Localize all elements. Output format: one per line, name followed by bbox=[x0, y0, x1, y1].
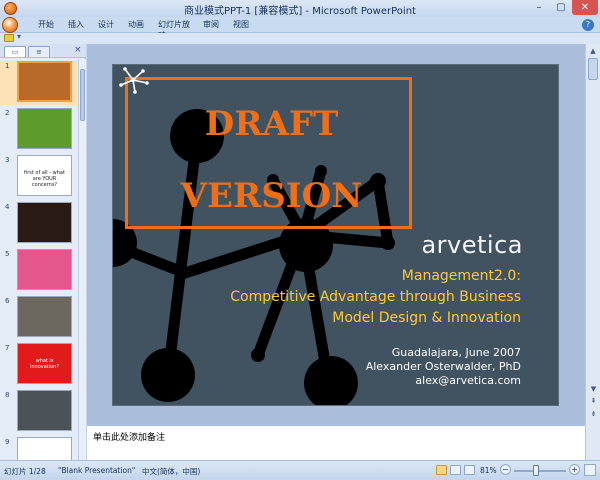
zoom-slider-track[interactable] bbox=[514, 470, 566, 472]
slide-number: 1 bbox=[5, 62, 10, 70]
title-bar: 商业模式PPT-1 [兼容模式] - Microsoft PowerPoint … bbox=[0, 0, 600, 17]
slide-thumbnail-row[interactable]: 4 bbox=[0, 202, 78, 246]
office-button[interactable] bbox=[2, 17, 18, 33]
thumbnail-scrollbar[interactable] bbox=[78, 59, 86, 460]
slide-thumbnail-text: what is innovation? bbox=[29, 358, 60, 370]
thumbnail-scroll-thumb[interactable] bbox=[80, 69, 85, 121]
tab-outline[interactable]: ≡ bbox=[28, 46, 50, 57]
panel-tab-bar: ▭ ≡ × bbox=[0, 44, 86, 58]
slide-thumbnail-row[interactable]: 8 bbox=[0, 390, 78, 434]
slide-thumbnail-row[interactable]: 6 bbox=[0, 296, 78, 340]
slide-editing-area: DRAFT VERSION arvetica Management2.0: Co bbox=[87, 44, 585, 424]
normal-view-button[interactable] bbox=[436, 465, 447, 475]
zoom-out-button[interactable]: − bbox=[500, 464, 511, 475]
current-slide[interactable]: DRAFT VERSION arvetica Management2.0: Co bbox=[112, 64, 559, 406]
scroll-down-button[interactable]: ▼ bbox=[588, 384, 599, 394]
slide-number: 6 bbox=[5, 297, 10, 305]
slide-thumbnail[interactable] bbox=[17, 437, 72, 460]
ribbon-tab-bar: 开始 插入 设计 动画 幻灯片放映 审阅 视图 ? bbox=[0, 17, 600, 40]
slide-location-date: Guadalajara, June 2007 bbox=[391, 346, 521, 359]
slide-scrollbar[interactable]: ▲ ▼ ⇞ ⇟ bbox=[585, 44, 600, 424]
slide-thumbnail-row[interactable]: 5 bbox=[0, 249, 78, 293]
maximize-button[interactable]: ▢ bbox=[550, 0, 572, 15]
notes-scrollbar[interactable] bbox=[585, 424, 600, 460]
slide-thumbnail[interactable] bbox=[17, 249, 72, 290]
previous-slide-button[interactable]: ⇞ bbox=[588, 396, 599, 406]
slide-thumbnail[interactable] bbox=[17, 296, 72, 337]
quick-access-toolbar: ▾ bbox=[0, 32, 600, 44]
arvetica-logo-icon bbox=[119, 67, 149, 94]
notes-pane[interactable]: 单击此处添加备注 bbox=[87, 424, 585, 460]
slide-thumbnail-row[interactable]: 1 bbox=[0, 61, 78, 105]
slide-thumbnail[interactable] bbox=[17, 202, 72, 243]
slide-number: 2 bbox=[5, 109, 10, 117]
fit-to-window-button[interactable] bbox=[584, 464, 596, 476]
slide-number: 5 bbox=[5, 250, 10, 258]
slide-thumbnail[interactable]: what is innovation? bbox=[17, 343, 72, 384]
slide-thumbnail-row[interactable]: 7 what is innovation? bbox=[0, 343, 78, 387]
zoom-slider-thumb[interactable] bbox=[533, 465, 539, 476]
theme-name: "Blank Presentation" bbox=[58, 466, 136, 475]
close-button[interactable]: ✕ bbox=[572, 0, 598, 15]
brand-name: arvetica bbox=[421, 231, 523, 259]
zoom-in-button[interactable]: + bbox=[569, 464, 580, 475]
close-panel-icon[interactable]: × bbox=[74, 45, 82, 55]
slide-thumbnail-row[interactable]: 2 bbox=[0, 108, 78, 152]
slide-number: 4 bbox=[5, 203, 10, 211]
slide-thumbnail[interactable] bbox=[17, 108, 72, 149]
slide-thumbnail[interactable] bbox=[17, 61, 72, 102]
status-bar: 幻灯片 1/28 "Blank Presentation" 中文(简体，中国) … bbox=[0, 460, 600, 480]
slide-counter: 幻灯片 1/28 bbox=[4, 467, 46, 476]
language-indicator[interactable]: 中文(简体，中国) bbox=[142, 466, 200, 477]
draft-text-line1: DRAFT bbox=[204, 104, 339, 144]
minimize-button[interactable]: – bbox=[528, 0, 550, 15]
slide-thumbnail[interactable]: first of all - what are YOUR concerns? bbox=[17, 155, 72, 196]
tab-slides[interactable]: ▭ bbox=[4, 46, 26, 57]
slide-thumbnail-row[interactable]: 9 bbox=[0, 437, 78, 460]
slide-number: 8 bbox=[5, 391, 10, 399]
slide-number: 7 bbox=[5, 344, 10, 352]
slides-panel: ▭ ≡ × 1 2 3 first of all - what are YOUR co… bbox=[0, 44, 86, 460]
draft-text-line2: VERSION bbox=[180, 176, 363, 216]
customize-toolbar-dropdown[interactable]: ▾ bbox=[17, 32, 21, 41]
slide-number: 3 bbox=[5, 156, 10, 164]
notes-placeholder[interactable]: 单击此处添加备注 bbox=[93, 430, 165, 443]
open-folder-icon[interactable] bbox=[4, 34, 14, 42]
slide-number: 9 bbox=[5, 438, 10, 446]
zoom-level[interactable]: 81% bbox=[480, 466, 497, 475]
scroll-up-button[interactable]: ▲ bbox=[587, 45, 599, 57]
slide-thumbnail-row[interactable]: 3 first of all - what are YOUR concerns? bbox=[0, 155, 78, 199]
slide-title-line3: Model Design & Innovation bbox=[332, 310, 521, 326]
slide-thumbnail-text: first of all - what are YOUR concerns? bbox=[24, 170, 65, 188]
slide-scroll-thumb[interactable] bbox=[588, 58, 598, 80]
slide-title-line1: Management2.0: bbox=[401, 268, 521, 284]
slide-sorter-view-button[interactable] bbox=[450, 465, 461, 475]
slide-show-view-button[interactable] bbox=[464, 465, 475, 475]
slide-email: alex@arvetica.com bbox=[415, 374, 521, 387]
next-slide-button[interactable]: ⇟ bbox=[588, 409, 599, 419]
window-title: 商业模式PPT-1 [兼容模式] - Microsoft PowerPoint bbox=[184, 6, 416, 17]
help-icon[interactable]: ? bbox=[582, 19, 594, 31]
slide-author: Alexander Osterwalder, PhD bbox=[365, 360, 521, 373]
slide-title-line2: Competitive Advantage through Business bbox=[230, 289, 521, 305]
slide-thumbnail-list: 1 2 3 first of all - what are YOUR concerns… bbox=[0, 59, 78, 460]
slide-thumbnail[interactable] bbox=[17, 390, 72, 431]
draft-frame[interactable]: DRAFT VERSION bbox=[125, 77, 412, 229]
